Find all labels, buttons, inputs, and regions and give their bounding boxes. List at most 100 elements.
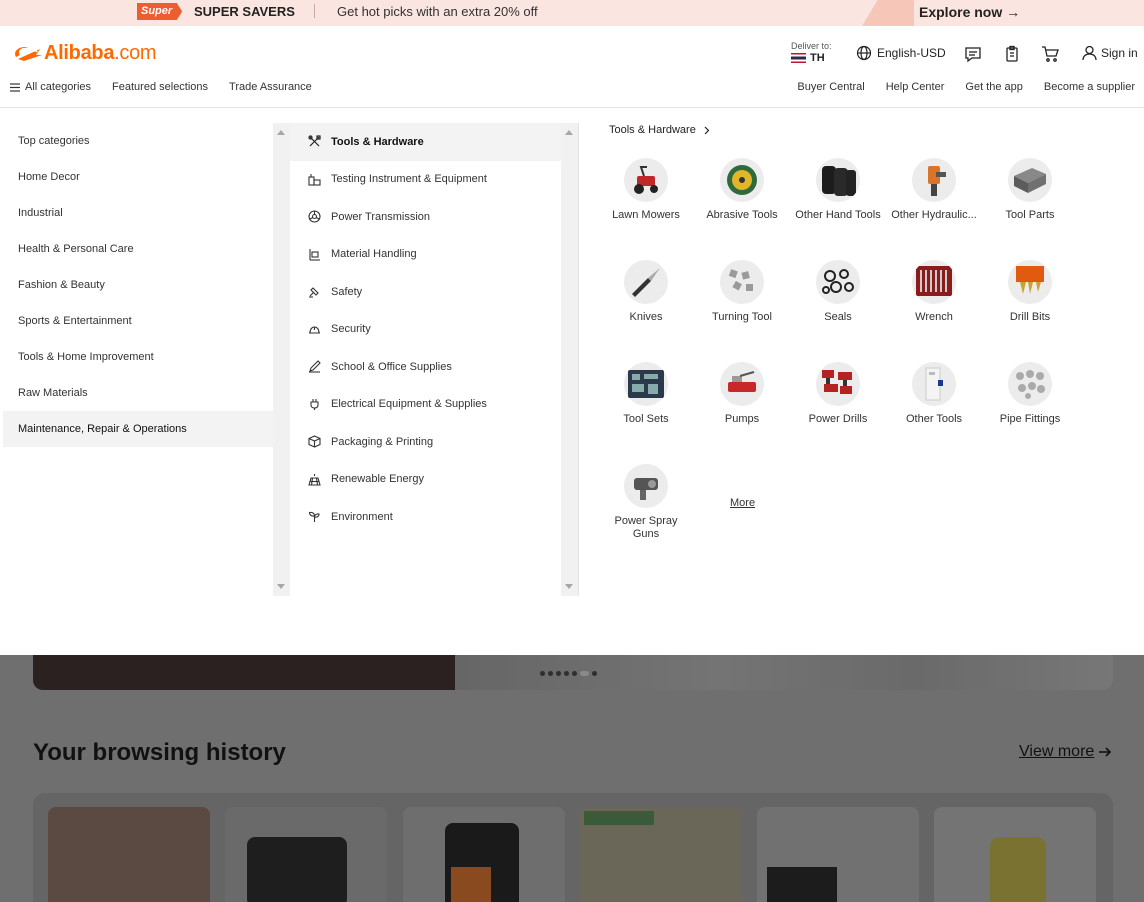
product-tile[interactable]: Tool Sets [603,362,689,426]
subcategory-list: Tools & Hardware Testing Instrument & Eq… [290,123,561,536]
carousel-dot[interactable] [564,671,569,676]
all-categories-menu[interactable]: All categories [10,80,91,94]
carousel-indicators [540,671,597,676]
all-categories-label: All categories [25,81,92,93]
product-label: Knives [629,311,663,323]
carousel-dot[interactable] [556,671,561,676]
other-tools-image [912,362,956,406]
sprout-icon [307,510,321,524]
product-tile[interactable]: Pumps [699,362,785,426]
category-item-health[interactable]: Health & Personal Care [3,231,273,267]
carousel-dot-active[interactable] [580,671,589,676]
product-tile[interactable]: Seals [795,260,881,324]
subcategory-scrollbar[interactable] [561,123,578,596]
history-card[interactable] [403,807,565,902]
product-tile[interactable]: Other Tools [891,362,977,426]
alibaba-logo[interactable]: Alibaba.com [10,40,157,66]
tool-parts-image [1008,158,1052,202]
category-item-mro[interactable]: Maintenance, Repair & Operations [3,411,273,447]
carousel-dot[interactable] [592,671,597,676]
power-drills-image [816,362,860,406]
product-tile[interactable]: Pipe Fittings [987,362,1073,426]
plug-icon [307,397,321,411]
help-center-link[interactable]: Help Center [886,80,945,94]
carousel-dot[interactable] [572,671,577,676]
tools-hardware-heading-link[interactable]: Tools & Hardware [609,123,710,137]
subcategory-item[interactable]: School & Office Supplies [290,348,561,386]
subcategory-item[interactable]: Security [290,311,561,349]
subcategory-item[interactable]: Testing Instrument & Equipment [290,161,561,199]
promo-title: SUPER SAVERS [194,4,295,19]
scroll-down-arrow-icon[interactable] [277,584,285,589]
history-card[interactable] [580,807,742,902]
helmet-icon [307,322,321,336]
history-card[interactable] [225,807,387,902]
secondary-nav: Buyer Central Help Center Get the app Be… [797,80,1135,94]
subcategory-item[interactable]: Safety [290,273,561,311]
product-label: Tool Parts [1005,209,1055,221]
logo-wordmark: Alibaba.com [44,41,157,64]
knife-image [624,260,668,304]
messages-icon[interactable] [964,45,982,63]
product-tile[interactable]: Power Spray Guns [603,464,689,541]
page-overlay: Your browsing history View more [0,655,1144,902]
sign-in-button[interactable]: Sign in [1082,45,1138,61]
category-item-tools-home[interactable]: Tools & Home Improvement [3,339,273,375]
cart-icon[interactable] [1041,45,1059,63]
subcategory-item[interactable]: Environment [290,498,561,536]
product-tile[interactable]: Other Hand Tools [795,158,881,222]
product-tile[interactable]: Turning Tool [699,260,785,324]
product-tile[interactable]: Knives [603,260,689,324]
product-tile[interactable]: Power Drills [795,362,881,426]
more-link[interactable]: More [730,497,755,509]
category-item-raw-materials[interactable]: Raw Materials [3,375,273,411]
subcategory-item[interactable]: Material Handling [290,236,561,274]
scroll-up-arrow-icon[interactable] [277,130,285,135]
panel-divider [578,123,579,596]
product-label: Drill Bits [1009,311,1051,323]
category-scrollbar[interactable] [273,123,290,596]
get-the-app-link[interactable]: Get the app [965,80,1023,94]
box-icon [307,435,321,449]
subcategory-item[interactable]: Electrical Equipment & Supplies [290,386,561,424]
explore-now-link[interactable]: Explore now → [919,3,1020,21]
orders-icon[interactable] [1003,45,1021,63]
buyer-central-link[interactable]: Buyer Central [797,80,864,94]
become-supplier-link[interactable]: Become a supplier [1044,80,1135,94]
history-card[interactable] [934,807,1096,902]
language-currency-selector[interactable]: English-USD [856,45,946,61]
subcategory-item[interactable]: Packaging & Printing [290,423,561,461]
gear-icon [307,210,321,224]
arrow-right-icon [1099,747,1112,757]
site-header: Alibaba.com Deliver to: TH English-USD S… [0,26,1144,108]
spray-gun-image [624,464,668,508]
category-item-sports[interactable]: Sports & Entertainment [3,303,273,339]
subcategory-item[interactable]: Renewable Energy [290,461,561,499]
scroll-down-arrow-icon[interactable] [565,584,573,589]
product-tile[interactable]: Lawn Mowers [603,158,689,222]
promo-banner[interactable]: Super SUPER SAVERS Get hot picks with an… [0,0,1144,26]
category-item-home-decor[interactable]: Home Decor [3,159,273,195]
history-card[interactable] [757,807,919,902]
scroll-up-arrow-icon[interactable] [565,130,573,135]
product-tile[interactable]: Drill Bits [987,260,1073,324]
category-item-top[interactable]: Top categories [3,123,273,159]
featured-selections-link[interactable]: Featured selections [112,80,208,94]
category-item-fashion[interactable]: Fashion & Beauty [3,267,273,303]
subcategory-item[interactable]: Power Transmission [290,198,561,236]
history-card[interactable] [48,807,210,902]
primary-nav: All categories Featured selections Trade… [10,80,312,94]
category-item-industrial[interactable]: Industrial [3,195,273,231]
alibaba-logo-icon [10,42,44,64]
carousel-dot[interactable] [540,671,545,676]
product-tile[interactable]: Abrasive Tools [699,158,785,222]
subcategory-item[interactable]: Tools & Hardware [290,123,561,161]
product-tile[interactable]: Other Hydraulic... [891,158,977,222]
carousel-dot[interactable] [548,671,553,676]
product-tile[interactable]: Tool Parts [987,158,1073,222]
trade-assurance-link[interactable]: Trade Assurance [229,80,312,94]
view-more-link[interactable]: View more [1019,743,1112,761]
product-tile[interactable]: Wrench [891,260,977,324]
deliver-to-selector[interactable]: Deliver to: TH [791,41,832,64]
seals-image [816,260,860,304]
